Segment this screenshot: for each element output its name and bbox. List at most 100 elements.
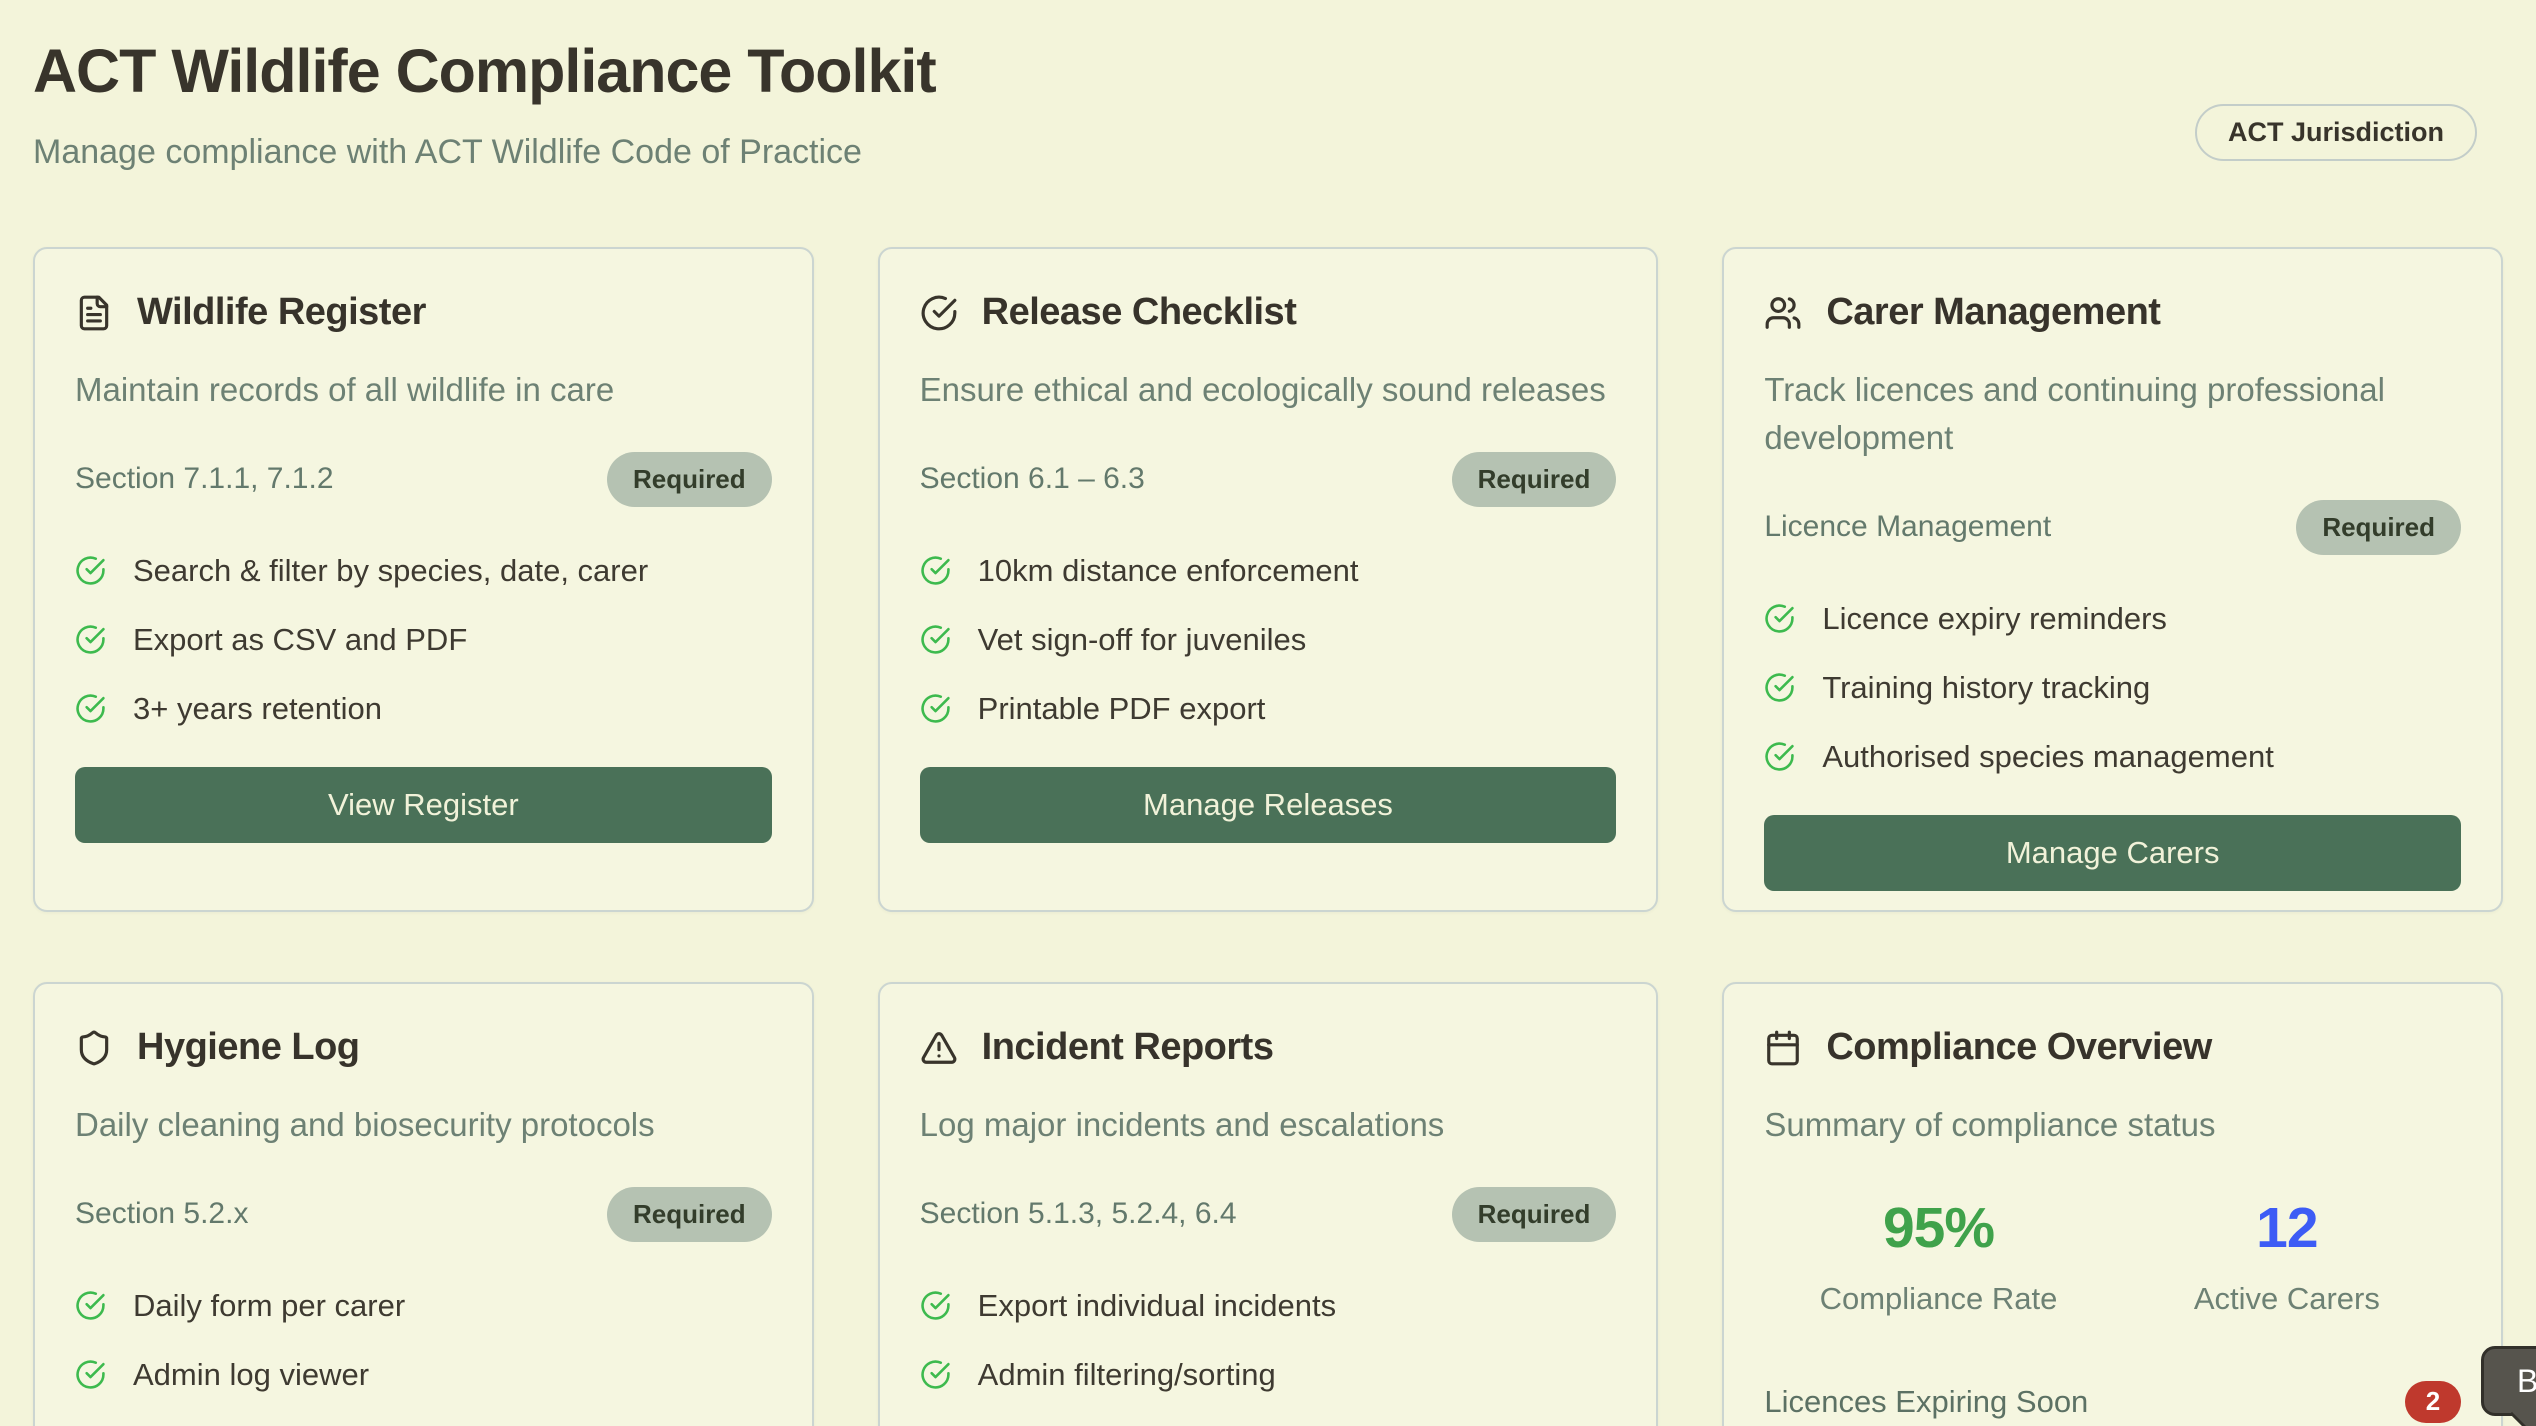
feature-text: Admin log viewer: [133, 1357, 369, 1393]
feature-item: Printable PDF export: [920, 691, 1617, 727]
card-title: Compliance Overview: [1826, 1026, 2211, 1069]
feature-list: 10km distance enforcement Vet sign-off f…: [920, 553, 1617, 727]
users-icon: [1764, 294, 1802, 332]
feature-item: Training history tracking: [1764, 670, 2461, 706]
feature-item: Search & filter by species, date, carer: [75, 553, 772, 589]
file-text-icon: [75, 294, 113, 332]
meta-row: Section 7.1.1, 7.1.2 Required: [75, 452, 772, 507]
meta-row: Section 5.1.3, 5.2.4, 6.4 Required: [920, 1187, 1617, 1242]
page-subtitle: Manage compliance with ACT Wildlife Code…: [33, 133, 2503, 172]
card-title: Carer Management: [1826, 291, 2160, 334]
feature-item: 10km distance enforcement: [920, 553, 1617, 589]
meta-row: Licence Management Required: [1764, 500, 2461, 555]
section-label: Section 6.1 – 6.3: [920, 462, 1145, 496]
licences-expiring-label: Licences Expiring Soon: [1764, 1384, 2088, 1420]
card-title: Release Checklist: [982, 291, 1297, 334]
feature-item: Admin filtering/sorting: [920, 1357, 1617, 1393]
jurisdiction-badge[interactable]: ACT Jurisdiction: [2195, 104, 2477, 161]
card-description: Track licences and continuing profession…: [1764, 366, 2461, 462]
cards-grid: Wildlife Register Maintain records of al…: [33, 247, 2503, 1426]
section-label: Section 5.2.x: [75, 1197, 248, 1231]
section-label: Licence Management: [1764, 510, 2051, 544]
feature-text: 10km distance enforcement: [978, 553, 1359, 589]
stat-active-carers: 12 Active Carers: [2113, 1195, 2461, 1317]
card-carer-management: Carer Management Track licences and cont…: [1722, 247, 2503, 912]
circle-check-icon: [920, 294, 958, 332]
card-header: Carer Management: [1764, 291, 2461, 334]
check-circle-icon: [75, 1359, 106, 1390]
required-badge: Required: [607, 1187, 772, 1242]
required-badge: Required: [607, 452, 772, 507]
feature-text: Authorised species management: [1822, 739, 2273, 775]
feature-item: 3+ years retention: [75, 691, 772, 727]
manage-carers-button[interactable]: Manage Carers: [1764, 815, 2461, 891]
check-circle-icon: [920, 555, 951, 586]
expiring-count-badge: 2: [2405, 1381, 2461, 1423]
feature-item: Vet sign-off for juveniles: [920, 622, 1617, 658]
feature-item: Export as CSV and PDF: [75, 622, 772, 658]
card-description: Ensure ethical and ecologically sound re…: [920, 366, 1617, 414]
feature-text: Training history tracking: [1822, 670, 2150, 706]
card-description: Daily cleaning and biosecurity protocols: [75, 1101, 772, 1149]
card-description: Maintain records of all wildlife in care: [75, 366, 772, 414]
feature-item: Authorised species management: [1764, 739, 2461, 775]
check-circle-icon: [1764, 741, 1795, 772]
feature-text: Vet sign-off for juveniles: [978, 622, 1307, 658]
feature-text: Printable PDF export: [978, 691, 1266, 727]
stat-value: 95%: [1764, 1195, 2112, 1261]
meta-row: Section 5.2.x Required: [75, 1187, 772, 1242]
feature-text: Export individual incidents: [978, 1288, 1336, 1324]
feature-list: Daily form per carer Admin log viewer: [75, 1288, 772, 1393]
check-circle-icon: [920, 693, 951, 724]
card-title: Hygiene Log: [137, 1026, 360, 1069]
meta-row: Section 6.1 – 6.3 Required: [920, 452, 1617, 507]
feature-text: Export as CSV and PDF: [133, 622, 467, 658]
card-header: Compliance Overview: [1764, 1026, 2461, 1069]
check-circle-icon: [920, 624, 951, 655]
check-circle-icon: [75, 555, 106, 586]
calendar-icon: [1764, 1029, 1802, 1067]
check-circle-icon: [75, 624, 106, 655]
page-title: ACT Wildlife Compliance Toolkit: [33, 36, 2503, 106]
card-title: Incident Reports: [982, 1026, 1274, 1069]
feature-text: Licence expiry reminders: [1822, 601, 2167, 637]
check-circle-icon: [920, 1290, 951, 1321]
stat-label: Compliance Rate: [1764, 1281, 2112, 1317]
stat-label: Active Carers: [2113, 1281, 2461, 1317]
feature-text: Admin filtering/sorting: [978, 1357, 1276, 1393]
shield-icon: [75, 1029, 113, 1067]
feature-item: Admin log viewer: [75, 1357, 772, 1393]
page: ACT Wildlife Compliance Toolkit Manage c…: [0, 0, 2536, 1426]
view-register-button[interactable]: View Register: [75, 767, 772, 843]
card-compliance-overview: Compliance Overview Summary of complianc…: [1722, 982, 2503, 1426]
card-header: Wildlife Register: [75, 291, 772, 334]
feature-list: Search & filter by species, date, carer …: [75, 553, 772, 727]
check-circle-icon: [920, 1359, 951, 1390]
licences-expiring-row: Licences Expiring Soon 2: [1764, 1381, 2461, 1423]
check-circle-icon: [75, 1290, 106, 1321]
card-description: Log major incidents and escalations: [920, 1101, 1617, 1149]
feature-item: Licence expiry reminders: [1764, 601, 2461, 637]
feature-item: Export individual incidents: [920, 1288, 1617, 1324]
manage-releases-button[interactable]: Manage Releases: [920, 767, 1617, 843]
check-circle-icon: [1764, 603, 1795, 634]
card-header: Incident Reports: [920, 1026, 1617, 1069]
section-label: Section 7.1.1, 7.1.2: [75, 462, 334, 496]
alert-triangle-icon: [920, 1029, 958, 1067]
feature-list: Licence expiry reminders Training histor…: [1764, 601, 2461, 775]
card-wildlife-register: Wildlife Register Maintain records of al…: [33, 247, 814, 912]
feature-list: Export individual incidents Admin filter…: [920, 1288, 1617, 1393]
check-circle-icon: [75, 693, 106, 724]
card-incident-reports: Incident Reports Log major incidents and…: [878, 982, 1659, 1426]
stat-value: 12: [2113, 1195, 2461, 1261]
card-hygiene-log: Hygiene Log Daily cleaning and biosecuri…: [33, 982, 814, 1426]
stats-row: 95% Compliance Rate 12 Active Carers: [1764, 1195, 2461, 1317]
card-header: Release Checklist: [920, 291, 1617, 334]
required-badge: Required: [1452, 452, 1617, 507]
card-description: Summary of compliance status: [1764, 1101, 2461, 1149]
required-badge: Required: [2296, 500, 2461, 555]
card-header: Hygiene Log: [75, 1026, 772, 1069]
card-release-checklist: Release Checklist Ensure ethical and eco…: [878, 247, 1659, 912]
check-circle-icon: [1764, 672, 1795, 703]
stat-compliance-rate: 95% Compliance Rate: [1764, 1195, 2112, 1317]
